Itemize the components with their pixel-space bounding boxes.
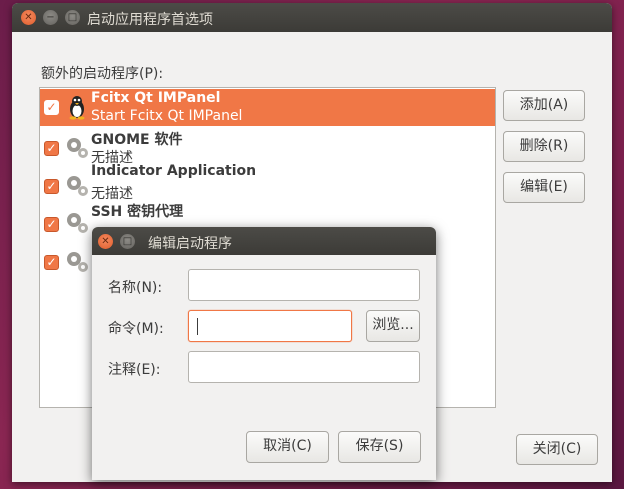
item-name: Indicator Application (91, 163, 257, 179)
close-dialog-icon[interactable]: ✕ (98, 234, 113, 249)
checkbox[interactable]: ✓ (44, 100, 59, 115)
remove-button[interactable]: 删除(R) (503, 131, 585, 162)
name-field[interactable] (188, 269, 420, 301)
save-button[interactable]: 保存(S) (338, 431, 421, 463)
edit-startup-dialog: ✕ □ 编辑启动程序 名称(N): 命令(M): 浏览... 注释(E): 取消… (92, 227, 436, 480)
gears-icon (67, 252, 88, 272)
gears-icon (67, 176, 88, 196)
name-label: 名称(N): (108, 280, 163, 296)
penguin-icon (69, 96, 85, 120)
item-name: SSH 密钥代理 (91, 204, 184, 220)
list-item[interactable]: ✓ Fcitx Qt IMPanel Start Fcitx Qt IMPane… (40, 89, 495, 126)
dialog-titlebar: ✕ □ 编辑启动程序 (92, 227, 436, 255)
checkbox[interactable]: ✓ (44, 255, 59, 270)
item-description: 无描述 (91, 186, 133, 202)
add-button[interactable]: 添加(A) (503, 90, 585, 121)
maximize-window-icon[interactable]: □ (65, 10, 80, 25)
gears-icon (67, 213, 88, 233)
minimize-window-icon[interactable]: − (43, 10, 58, 25)
cancel-button[interactable]: 取消(C) (246, 431, 329, 463)
command-label: 命令(M): (108, 321, 164, 337)
dialog-title: 编辑启动程序 (148, 236, 232, 252)
item-name: GNOME 软件 (91, 132, 183, 148)
browse-button[interactable]: 浏览... (366, 310, 420, 342)
close-button[interactable]: 关闭(C) (516, 434, 598, 465)
comment-label: 注释(E): (108, 362, 161, 378)
command-field[interactable] (188, 310, 352, 342)
edit-button[interactable]: 编辑(E) (503, 172, 585, 203)
maximize-dialog-icon[interactable]: □ (120, 234, 135, 249)
checkbox[interactable]: ✓ (44, 217, 59, 232)
checkbox[interactable]: ✓ (44, 141, 59, 156)
window-title: 启动应用程序首选项 (87, 12, 213, 28)
section-label: 额外的启动程序(P): (41, 66, 164, 82)
list-item[interactable]: ✓ GNOME 软件 无描述 (40, 127, 495, 166)
main-titlebar: ✕ − □ 启动应用程序首选项 (12, 3, 612, 32)
text-caret (197, 318, 198, 335)
list-item[interactable]: ✓ Indicator Application 无描述 (40, 163, 495, 202)
checkbox[interactable]: ✓ (44, 179, 59, 194)
gears-icon (67, 138, 88, 158)
comment-field[interactable] (188, 351, 420, 383)
item-description: Start Fcitx Qt IMPanel (91, 108, 243, 124)
item-name: Fcitx Qt IMPanel (91, 90, 221, 106)
close-window-icon[interactable]: ✕ (21, 10, 36, 25)
